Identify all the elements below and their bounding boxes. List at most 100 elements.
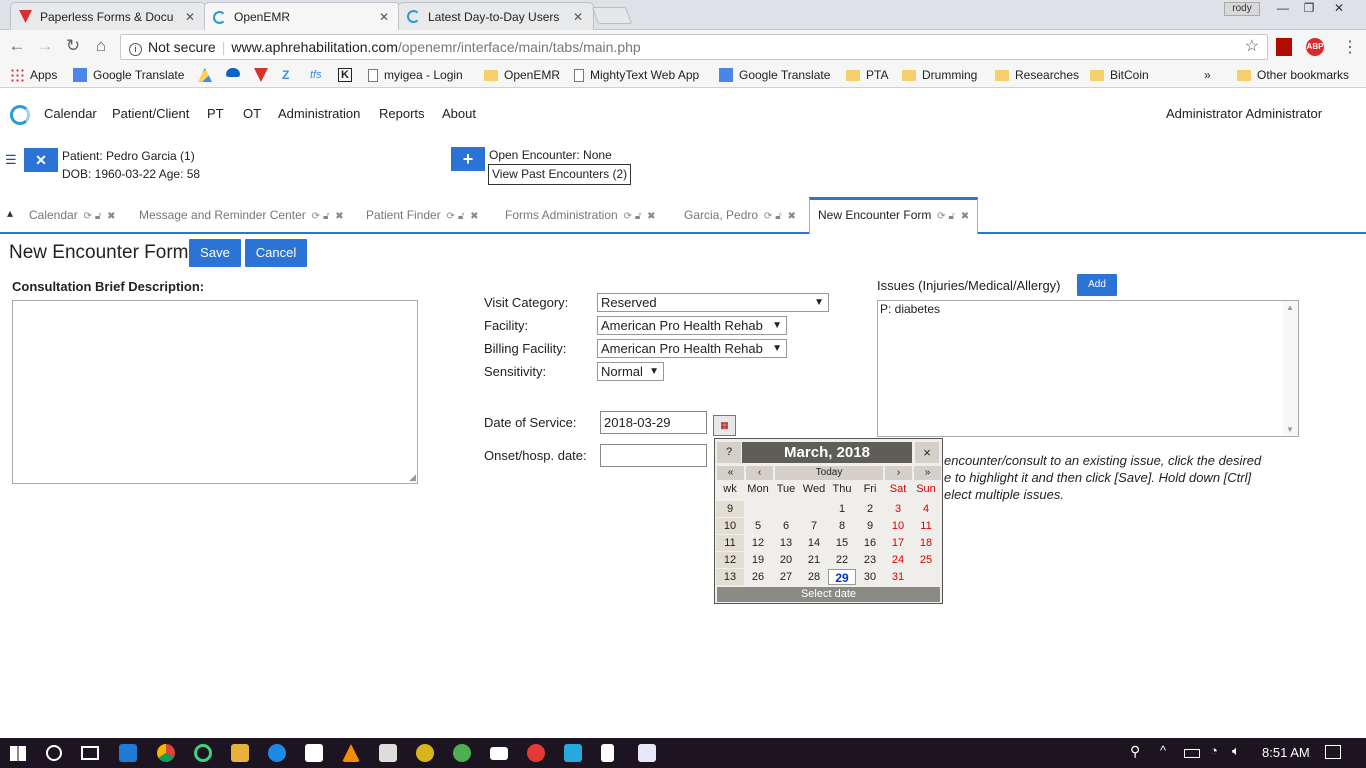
mail-icon[interactable]: [490, 747, 508, 760]
calendar-day[interactable]: 23: [856, 552, 884, 568]
unlock-icon[interactable]: 🔓︎: [95, 211, 101, 222]
menu-calendar[interactable]: Calendar: [44, 106, 97, 121]
menu-reports[interactable]: Reports: [379, 106, 425, 121]
bookmark-mightytext[interactable]: MightyText Web App: [574, 68, 699, 82]
close-icon[interactable]: ✕: [571, 10, 585, 24]
add-issue-button[interactable]: Add: [1077, 274, 1117, 296]
forward-arrow-icon[interactable]: →: [34, 35, 56, 57]
facility-select[interactable]: American Pro Health Rehab ▼: [597, 316, 787, 335]
app-green-icon[interactable]: [453, 744, 471, 762]
calendar-day[interactable]: 17: [884, 535, 912, 551]
info-icon[interactable]: i: [129, 43, 142, 56]
visit-category-select[interactable]: Reserved ▼: [597, 293, 829, 312]
bookmark-z[interactable]: Z: [282, 68, 302, 82]
home-icon[interactable]: ⌂: [90, 35, 112, 57]
calendar-day[interactable]: 6: [772, 518, 800, 534]
runner-icon[interactable]: [564, 744, 582, 762]
refresh-icon[interactable]: ⟳: [81, 211, 91, 222]
clock-time[interactable]: 8:51 AM: [1262, 745, 1310, 760]
bookmark-google-translate[interactable]: Google Translate: [73, 68, 184, 82]
windows-start-icon[interactable]: [10, 746, 26, 761]
star-icon[interactable]: ☆: [1245, 35, 1259, 59]
patient-name[interactable]: Patient: Pedro Garcia (1): [62, 149, 195, 163]
menu-about[interactable]: About: [442, 106, 476, 121]
back-arrow-icon[interactable]: ←: [6, 35, 28, 57]
app-circle-icon[interactable]: [194, 744, 212, 762]
bookmark-drive[interactable]: [198, 68, 218, 82]
unlock-icon[interactable]: 🔓︎: [635, 211, 641, 222]
close-icon[interactable]: ✖: [332, 211, 343, 222]
bookmark-drumming[interactable]: Drumming: [902, 68, 977, 82]
browser-tab[interactable]: Paperless Forms & Docu ✕: [10, 2, 206, 30]
scroll-down-icon[interactable]: ▼: [1286, 425, 1294, 434]
calendar-day[interactable]: 9: [856, 518, 884, 534]
unlock-icon[interactable]: 🔓︎: [949, 211, 955, 222]
calendar-day[interactable]: 19: [744, 552, 772, 568]
cancel-button[interactable]: Cancel: [245, 239, 307, 267]
calendar-day[interactable]: 20: [772, 552, 800, 568]
volume-icon[interactable]: 🔈︎: [1232, 743, 1240, 759]
close-icon[interactable]: ✕: [183, 10, 197, 24]
sensitivity-select[interactable]: Normal ▼: [597, 362, 664, 381]
app-small-icon[interactable]: [638, 744, 656, 762]
bookmark-bitcoin[interactable]: BitCoin: [1090, 68, 1149, 82]
calendar-day[interactable]: 4: [912, 501, 940, 517]
tab-calendar[interactable]: Calendar ⟳ 🔓︎ ✖: [29, 208, 116, 222]
task-view-icon[interactable]: [81, 746, 99, 760]
unlock-icon[interactable]: 🔓︎: [458, 211, 464, 222]
calendar-day[interactable]: 2: [856, 501, 884, 517]
calendar-next-month-button[interactable]: ›: [885, 466, 912, 480]
bookmark-onedrive[interactable]: [226, 68, 246, 77]
new-encounter-button[interactable]: +: [451, 147, 485, 171]
calendar-day[interactable]: 5: [744, 518, 772, 534]
reload-icon[interactable]: ↻: [62, 35, 84, 57]
more-bookmarks-chevron[interactable]: »: [1204, 68, 1211, 82]
calendar-day[interactable]: 12: [744, 535, 772, 551]
view-past-encounters-button[interactable]: View Past Encounters (2): [488, 164, 632, 185]
collapse-caret-icon[interactable]: ▴: [7, 206, 13, 220]
close-icon[interactable]: ✕: [377, 10, 391, 24]
skype-icon[interactable]: [268, 744, 286, 762]
wifi-icon[interactable]: ◔: [1210, 743, 1218, 758]
calendar-picker-icon[interactable]: ▦: [713, 415, 736, 436]
menu-pt[interactable]: PT: [207, 106, 224, 121]
bookmark-pdf[interactable]: [254, 68, 274, 82]
close-icon[interactable]: ✖: [785, 211, 795, 222]
file-explorer-icon[interactable]: [231, 744, 249, 762]
address-bar[interactable]: i Not secure | www.aphrehabilitation.com/op…: [120, 34, 1268, 60]
bookmark-google-translate-2[interactable]: Google Translate: [719, 68, 830, 82]
vlc-icon[interactable]: [342, 744, 360, 762]
menu-dots-icon[interactable]: ⋮: [1342, 37, 1358, 57]
unlock-icon[interactable]: 🔓︎: [323, 211, 329, 222]
profile-badge[interactable]: rody: [1224, 2, 1260, 16]
calendar-day[interactable]: 29: [828, 569, 856, 585]
calendar-day[interactable]: 16: [856, 535, 884, 551]
minimize-icon[interactable]: —: [1270, 0, 1296, 18]
date-of-service-input[interactable]: 2018-03-29: [600, 411, 707, 434]
issue-item[interactable]: P: diabetes: [880, 302, 940, 316]
document-icon[interactable]: [601, 744, 614, 762]
menu-administration[interactable]: Administration: [278, 106, 360, 121]
calendar-day[interactable]: 1: [828, 501, 856, 517]
calendar-close-button[interactable]: ×: [915, 442, 939, 463]
calendar-day[interactable]: 22: [828, 552, 856, 568]
calendar-prev-month-button[interactable]: ‹: [746, 466, 773, 480]
bookmark-k[interactable]: K: [338, 68, 358, 82]
calendar-day[interactable]: 14: [800, 535, 828, 551]
refresh-icon[interactable]: ⟳: [761, 211, 772, 222]
bookmark-tfs[interactable]: tfs: [310, 68, 330, 82]
bookmark-pta[interactable]: PTA: [846, 68, 888, 82]
refresh-icon[interactable]: ⟳: [309, 211, 320, 222]
flash-icon[interactable]: [527, 744, 545, 762]
unlock-icon[interactable]: 🔓︎: [775, 211, 781, 222]
bookmark-other[interactable]: Other bookmarks: [1237, 68, 1349, 82]
calendar-day[interactable]: 28: [800, 569, 828, 585]
action-center-icon[interactable]: [1325, 745, 1341, 759]
calendar-day[interactable]: 13: [772, 535, 800, 551]
user-menu[interactable]: Administrator Administrator: [1166, 106, 1322, 121]
browser-tab-active[interactable]: OpenEMR ✕: [204, 2, 400, 31]
save-button[interactable]: Save: [189, 239, 241, 267]
calendar-day[interactable]: 21: [800, 552, 828, 568]
calendar-day[interactable]: 10: [884, 518, 912, 534]
patient-list-icon[interactable]: ☰: [5, 152, 21, 168]
